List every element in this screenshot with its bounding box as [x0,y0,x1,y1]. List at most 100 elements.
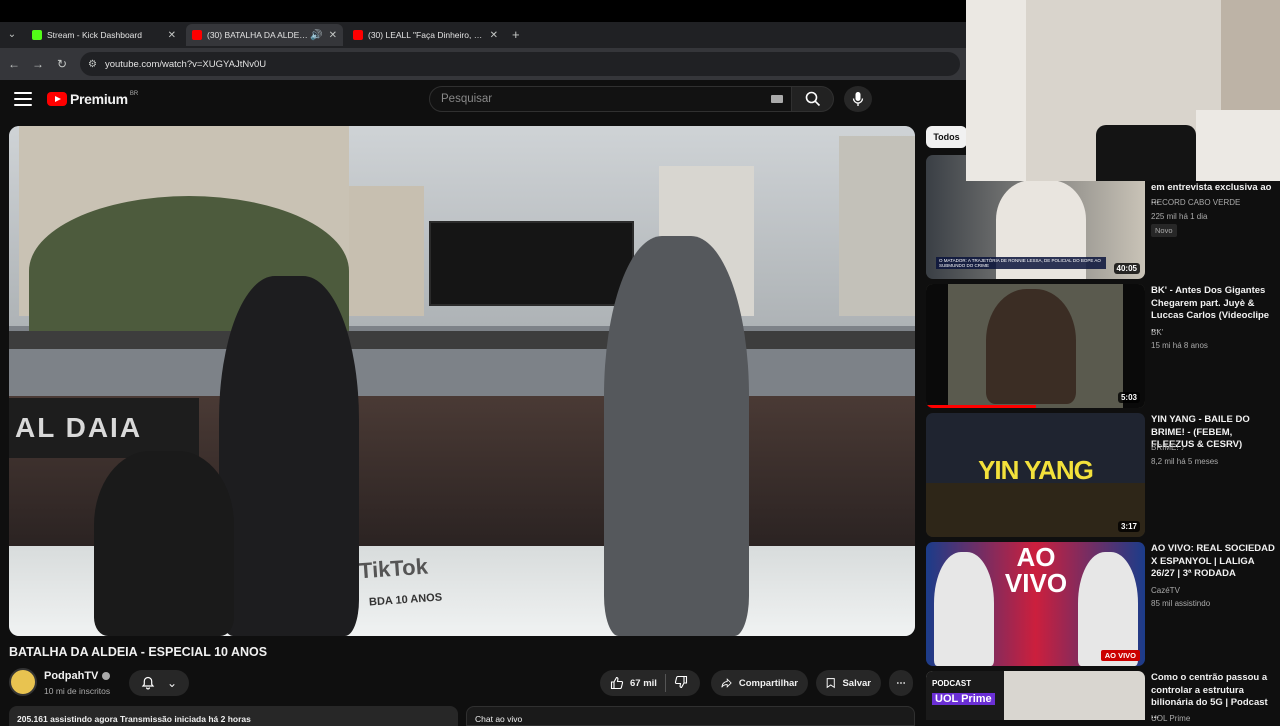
voice-search-button[interactable] [844,86,872,112]
video-player[interactable]: AL DAIA TikTok BDA 10 ANOS [9,126,915,636]
youtube-favicon-icon [353,30,363,40]
close-tab-icon[interactable]: ✕ [329,30,337,41]
video-aldeia-sign: AL DAIA [9,398,199,458]
thumb-person [986,289,1076,404]
recommendation-channel[interactable]: BRIME! ♪ [1151,442,1277,454]
recommendation-meta: 225 mil há 1 dia [1151,212,1208,221]
video-stage-screen [429,221,634,306]
webcam-desk [1196,110,1280,181]
kick-favicon-icon [32,30,42,40]
close-tab-icon[interactable]: ✕ [168,30,176,41]
like-divider [664,674,666,692]
microphone-icon [852,92,864,106]
thumbs-up-icon [610,676,624,690]
video-duration: 3:17 [1117,521,1140,532]
logo-country: BR [129,91,139,97]
youtube-premium-logo[interactable]: Premium BR [47,91,138,107]
youtube-play-icon [47,92,67,106]
thumb-caption: O MATADOR: A TRAJETÓRIA DE RONNIE LESSA,… [936,257,1106,269]
live-badge: AO VIVO [1100,650,1140,661]
channel-name-text: PodpahTV [44,670,99,682]
keyboard-icon[interactable] [771,95,783,103]
url-text: youtube.com/watch?v=XUGYAJtNv0U [104,58,267,70]
thumb-crowd [926,483,1145,537]
bookmark-icon [826,678,835,689]
new-badge: Novo [1151,224,1177,237]
recommendation-channel[interactable]: CazéTV [1151,585,1277,597]
browser-tab-bar: ⌄ Stream - Kick Dashboard ✕ (30) BATALHA… [0,0,966,48]
filter-chip-all[interactable]: Todos [926,126,967,148]
video-rapper-right [604,236,749,636]
close-tab-icon[interactable]: ✕ [490,30,498,41]
back-icon[interactable]: ← [2,57,26,71]
reload-icon[interactable]: ↻ [50,57,74,71]
video-duration: 40:05 [1113,263,1140,274]
webcam-shelf [1221,0,1280,110]
thumb-caption: UOL Prime [932,693,995,705]
video-title: BATALHA DA ALDEIA - ESPECIAL 10 ANOS [9,645,268,659]
video-building [349,186,424,316]
share-label: Compartilhar [738,677,798,689]
thumb-bar-left [926,284,948,408]
like-count: 67 mil [630,677,657,689]
recommendation-title[interactable]: AO VIVO: REAL SOCIEDAD X ESPANYOL | LALI… [1151,543,1277,581]
webcam-chair [1096,125,1196,181]
url-field[interactable]: ⚙ youtube.com/watch?v=XUGYAJtNv0U [80,52,960,76]
video-floor-logo: TikTok [358,553,429,584]
thumb-player-right [1078,552,1138,666]
youtube-header: Premium BR Pesquisar [0,80,966,120]
recommendation-thumbnail[interactable]: PODCAST UOL Prime [926,671,1145,720]
recommendation-meta: 8,2 mil há 5 meses [1151,457,1219,466]
like-dislike-group: 67 mil [600,670,700,696]
recommendation-thumbnail[interactable]: 5:03 [926,284,1145,408]
share-button[interactable]: Compartilhar [711,670,808,696]
live-chat-label: Chat ao vivo [475,714,523,724]
tab-title: Stream - Kick Dashboard [47,30,142,40]
recommendation-thumbnail[interactable]: AO VIVO AO VIVO [926,542,1145,666]
like-button[interactable]: 67 mil [610,676,657,690]
video-duration: 5:03 [1117,392,1140,403]
thumb-bar-right [1123,284,1145,408]
notification-bell-button[interactable]: ⌄ [129,670,189,696]
video-rapper-left [219,276,359,636]
recommendation-channel[interactable]: UOL Prime [1151,713,1277,725]
tab-leall[interactable]: (30) LEALL "Faça Dinheiro, Se M ✕ [347,24,504,46]
thumbs-down-icon [674,675,687,688]
tab-kick-dashboard[interactable]: Stream - Kick Dashboard ✕ [26,24,182,46]
recommendation-meta: 15 mi há 8 anos [1151,341,1208,350]
save-button[interactable]: Salvar [816,670,881,696]
search-icon [805,91,820,107]
bell-icon [141,676,155,690]
thumb-caption: VIVO [1004,568,1068,598]
verified-icon [102,672,111,681]
tab-batalha-da-aldeia[interactable]: (30) BATALHA DA ALDEIA - 🔊 ✕ [186,24,343,46]
live-chat-header[interactable]: Chat ao vivo [466,706,915,726]
tab-search-dropdown-icon[interactable]: ⌄ [4,27,20,43]
site-info-icon[interactable]: ⚙ [88,59,97,70]
search-input[interactable]: Pesquisar [429,86,792,112]
recommendation-channel[interactable]: BK' [1151,327,1277,339]
recommendation-thumbnail[interactable]: YIN YANG 3:17 [926,413,1145,537]
channel-name[interactable]: PodpahTV [44,670,111,682]
new-tab-icon[interactable]: + [512,27,520,42]
audio-playing-icon[interactable]: 🔊 [310,30,322,41]
share-icon [721,678,732,688]
window-top-strip [0,0,966,22]
youtube-favicon-icon [192,30,202,40]
tab-title: (30) BATALHA DA ALDEIA - [207,30,309,40]
hamburger-menu-icon[interactable] [14,90,32,108]
search-button[interactable] [792,86,834,112]
recommendation-channel[interactable]: RECORD CABO VERDE [1151,197,1277,209]
channel-avatar[interactable] [9,668,37,696]
video-banner-strip [9,331,915,349]
video-interpreter [94,451,234,636]
more-actions-button[interactable]: ⋯ [889,670,913,696]
tab-title: (30) LEALL "Faça Dinheiro, Se M [368,30,484,40]
chevron-down-icon: ⌄ [166,676,178,690]
thumb-player-left [934,552,994,666]
dislike-button[interactable] [674,675,688,692]
thumb-caption: YIN YANG [978,455,1094,485]
forward-icon[interactable]: → [26,57,50,71]
address-bar-row: ← → ↻ ⚙ youtube.com/watch?v=XUGYAJtNv0U [0,48,966,80]
recommendation-meta: 85 mil assistindo [1151,599,1211,608]
